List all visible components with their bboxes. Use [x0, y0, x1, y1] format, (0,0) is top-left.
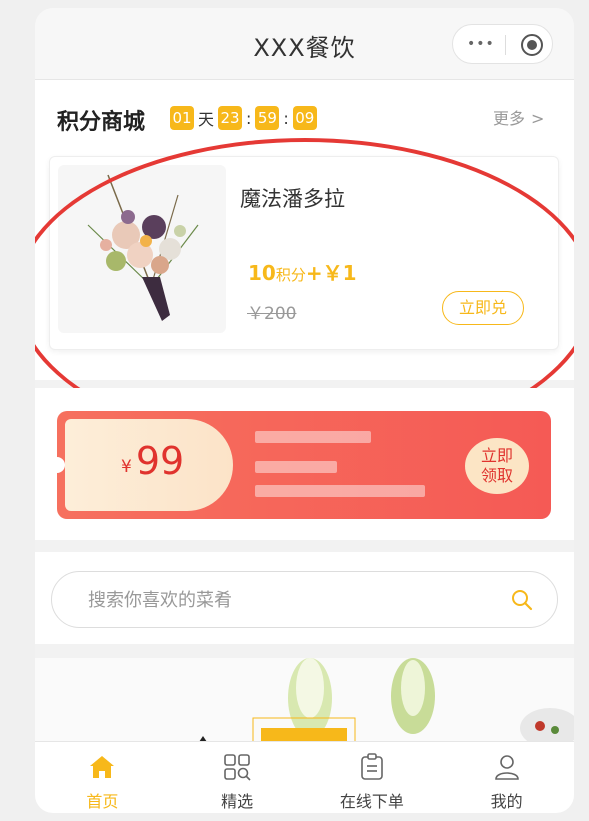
price-plus: + — [305, 261, 323, 285]
countdown-separator: : — [283, 108, 289, 128]
claim-label-line2: 领取 — [480, 466, 513, 485]
countdown-timer: 01 天 23 : 59 : 09 — [170, 106, 317, 130]
vegetable-banner-image — [35, 658, 574, 748]
product-name: 魔法潘多拉 — [240, 187, 345, 211]
coupon-card[interactable]: ¥99 立即 领取 — [57, 411, 551, 519]
mini-program-capsule: ••• — [452, 24, 553, 64]
countdown-seconds: 09 — [292, 106, 317, 130]
clipboard-icon — [361, 753, 383, 780]
placeholder-line — [255, 431, 371, 443]
placeholder-line — [255, 461, 337, 473]
countdown-days: 01 — [170, 106, 194, 130]
currency-symbol: ¥ — [121, 457, 132, 477]
tab-featured[interactable]: 精选 — [170, 742, 305, 813]
flower-bouquet-icon — [87, 174, 199, 321]
tab-label: 在线下单 — [339, 792, 404, 811]
price-cash: ￥1 — [322, 261, 357, 285]
price-points: 10 — [248, 261, 276, 285]
phone-screen: XXX餐饮 ••• 积分商城 01 天 23 : 59 : 09 更多 > 魔法… — [35, 8, 574, 813]
redeem-button[interactable]: 立即兑 — [442, 291, 524, 325]
claim-label-line1: 立即 — [480, 446, 513, 465]
search-icon[interactable] — [510, 588, 534, 612]
more-link[interactable]: 更多 > — [487, 105, 544, 129]
tab-home[interactable]: 首页 — [35, 742, 170, 813]
coupon-amount-area: ¥99 — [65, 419, 233, 511]
countdown-separator: : — [246, 108, 252, 128]
search-section — [35, 552, 574, 644]
more-label: 更多 — [493, 109, 526, 128]
countdown-day-unit: 天 — [198, 110, 215, 129]
more-menu-icon[interactable]: ••• — [467, 36, 495, 52]
tab-order-online[interactable]: 在线下单 — [305, 742, 440, 813]
claim-coupon-button[interactable]: 立即 领取 — [465, 438, 529, 494]
bottom-tab-bar: 首页 精选 在线下单 我的 — [35, 741, 574, 813]
countdown-hours: 23 — [218, 106, 243, 130]
points-mall-section: 积分商城 01 天 23 : 59 : 09 更多 > 魔法潘多拉 10积分+￥… — [35, 80, 574, 450]
tab-label: 首页 — [86, 792, 119, 811]
grid-search-icon — [224, 754, 251, 781]
amount-value: 99 — [135, 439, 185, 483]
tab-label: 精选 — [221, 792, 254, 811]
promo-banner[interactable] — [35, 658, 574, 748]
section-title: 积分商城 — [57, 110, 146, 135]
tab-mine[interactable]: 我的 — [439, 742, 574, 813]
product-image — [58, 165, 226, 333]
tab-label: 我的 — [490, 792, 523, 811]
placeholder-line — [255, 485, 425, 497]
coupon-section: ¥99 立即 领取 — [35, 388, 574, 540]
search-input[interactable] — [88, 587, 468, 613]
coupon-notch — [57, 457, 65, 473]
capsule-divider — [505, 35, 506, 55]
product-price: 10积分+￥1 — [248, 257, 357, 286]
product-card[interactable]: 魔法潘多拉 10积分+￥1 ￥200 立即兑 — [49, 156, 559, 350]
points-unit: 积分 — [275, 266, 306, 284]
close-target-icon[interactable] — [521, 34, 543, 56]
home-icon — [90, 756, 115, 778]
countdown-minutes: 59 — [255, 106, 280, 130]
chevron-right-icon: > — [531, 109, 545, 128]
original-price: ￥200 — [247, 304, 297, 324]
nav-header: XXX餐饮 ••• — [35, 8, 574, 80]
coupon-amount: ¥99 — [121, 439, 184, 483]
user-icon — [494, 755, 519, 780]
search-bar[interactable] — [51, 571, 558, 628]
